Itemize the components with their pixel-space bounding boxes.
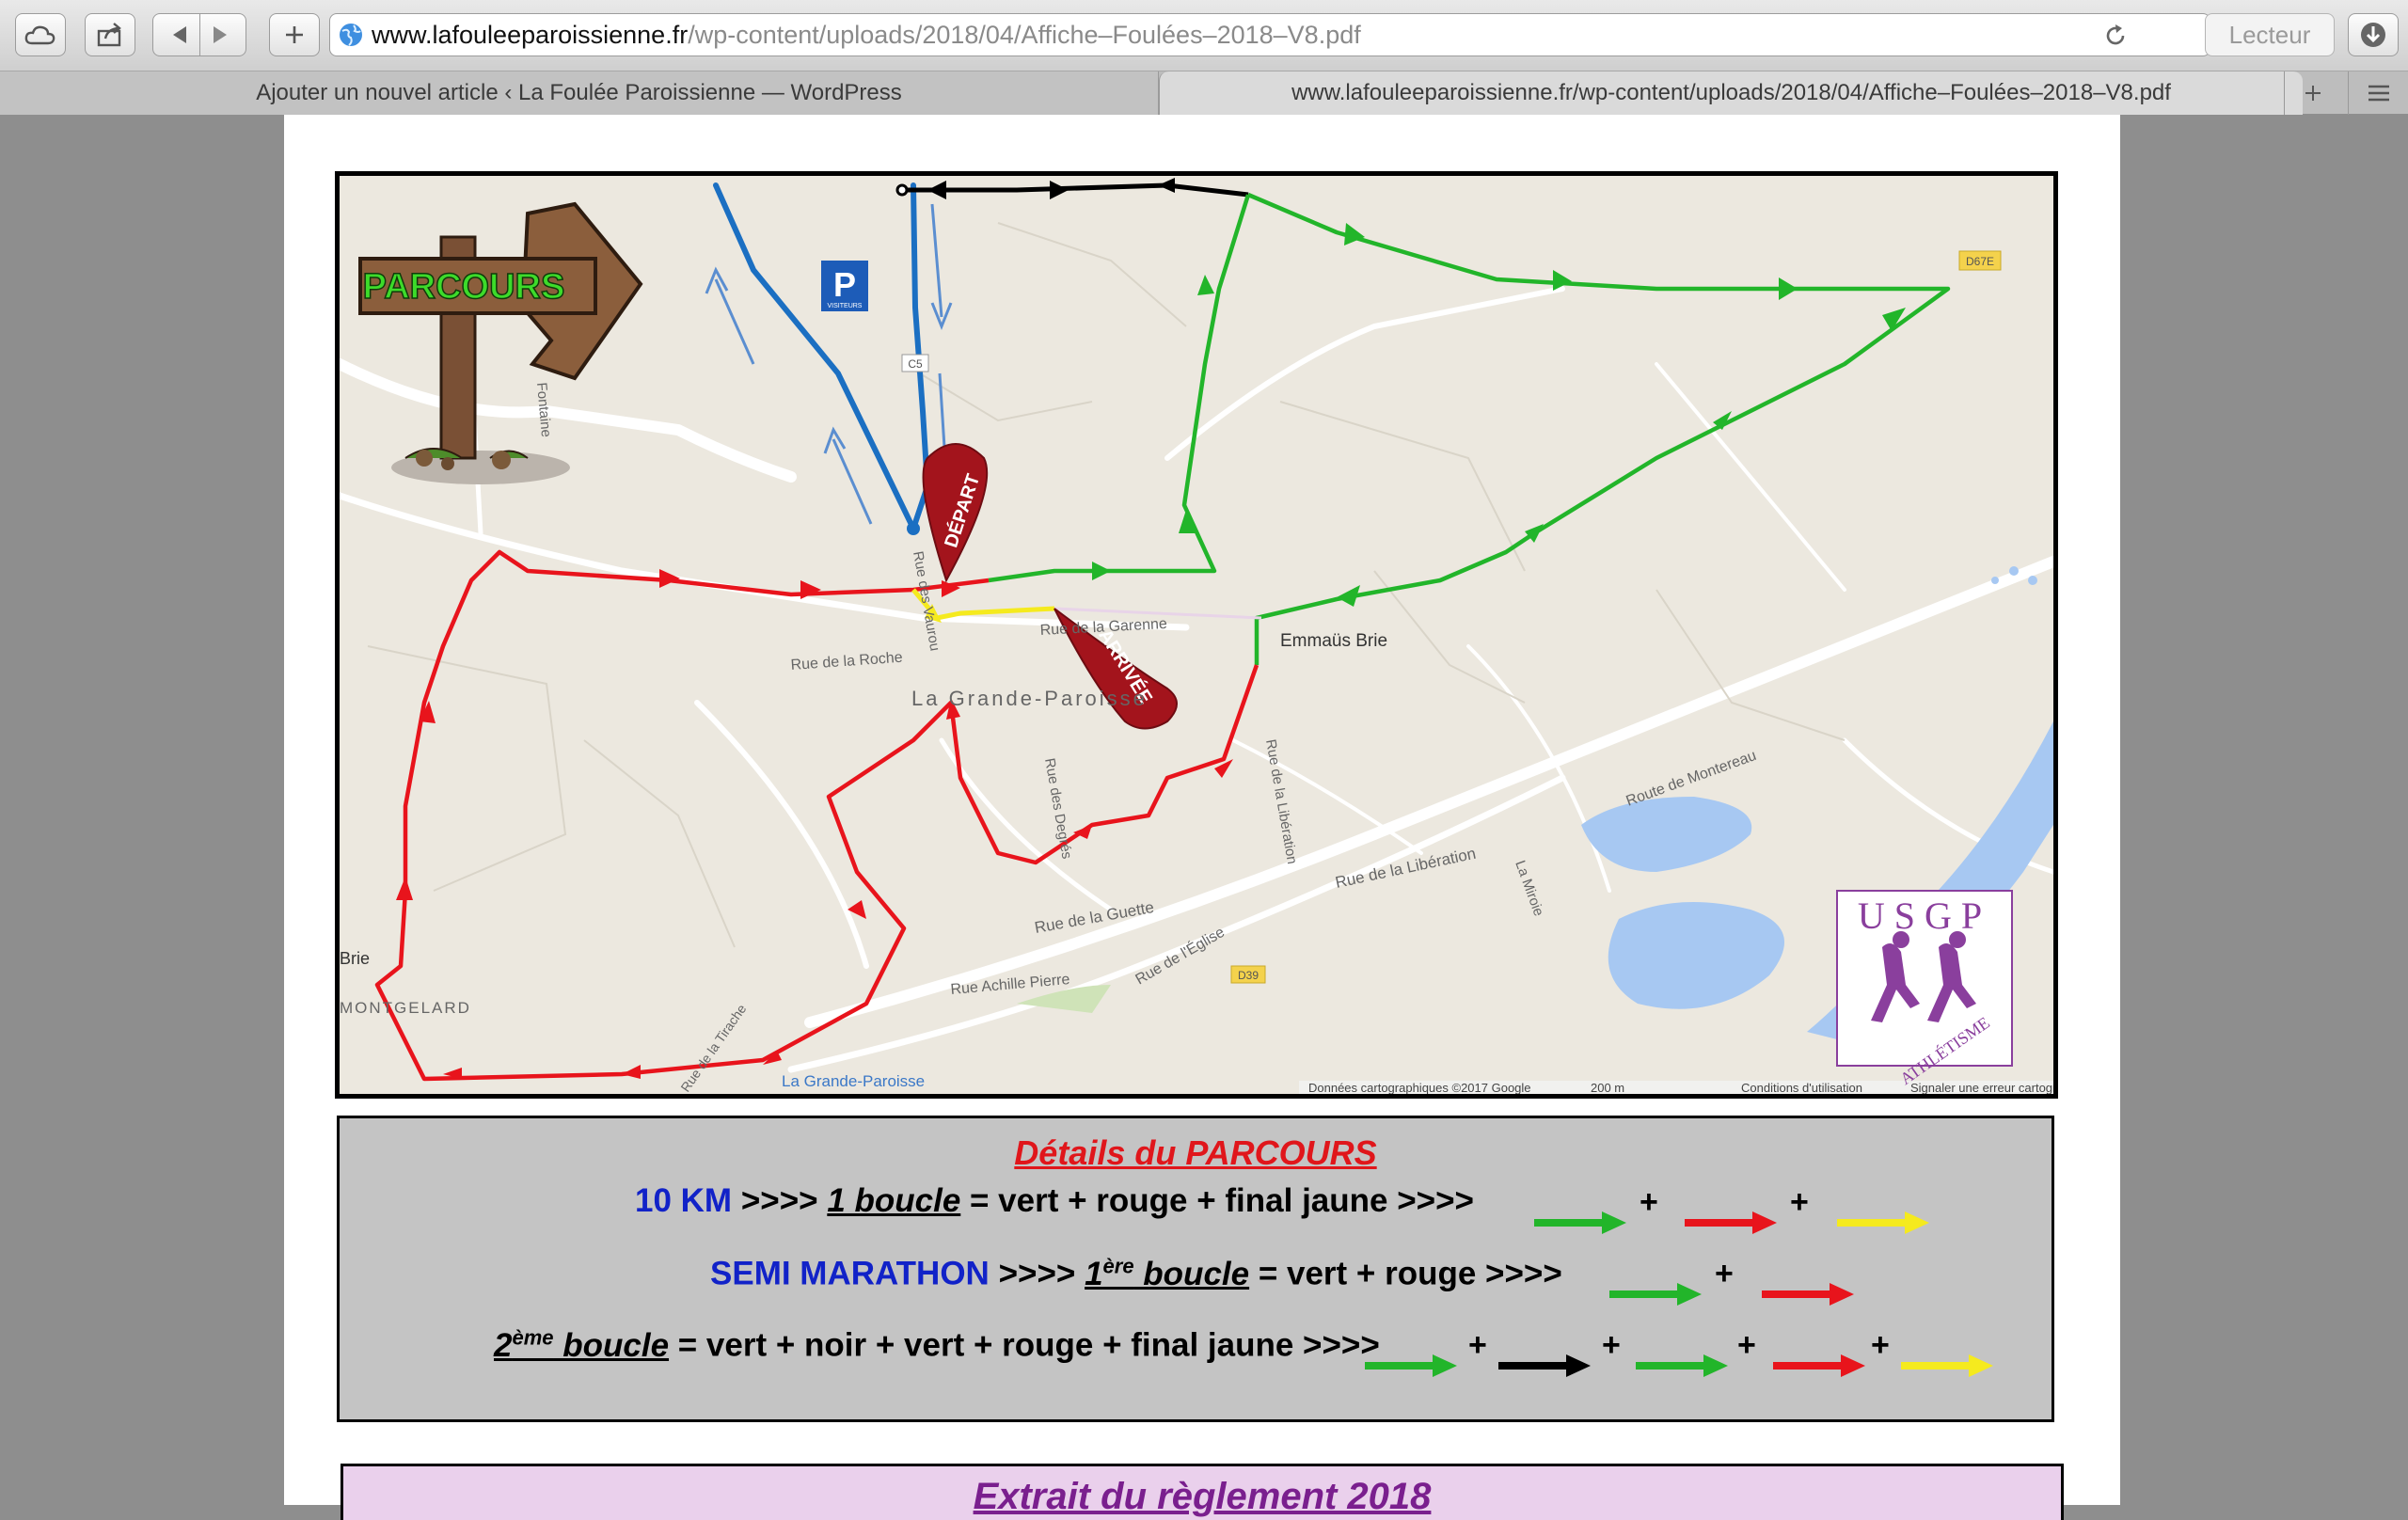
fontaine-label: Fontaine: [533, 382, 554, 438]
course-map: DÉPART ARRIVÉE P VISITEURS C5 D67E D39 L…: [335, 171, 2058, 1099]
tab-bar: Ajouter un nouvel article ‹ La Foulée Pa…: [0, 71, 2408, 115]
green-arrow-icon: [1636, 1354, 1728, 1377]
green-arrow-icon: [1365, 1354, 1457, 1377]
details-line-semi: SEMI MARATHON >>>> 1ère boucle = vert + …: [710, 1254, 1562, 1293]
station-label: La Grande-Paroisse: [782, 1072, 925, 1090]
forward-icon[interactable]: [200, 23, 238, 47]
red-arrow-icon: [1773, 1354, 1865, 1377]
rules-extract-box: Extrait du règlement 2018: [341, 1464, 2064, 1520]
plus-icon: [2305, 86, 2321, 101]
rue-garenne-label: Rue de la Garenne: [1039, 616, 1167, 639]
yellow-arrow-icon: [1901, 1354, 1993, 1377]
plus-icon: [286, 26, 303, 43]
plus-sign: +: [1602, 1327, 1621, 1363]
rue-liberation-vertical-label: Rue de la Libération: [1262, 738, 1300, 865]
map-attribution: Données cartographiques ©2017 Google: [1308, 1081, 1531, 1094]
road-d67e: D67E: [1966, 255, 1994, 268]
town-label: La Grande-Paroisse: [911, 687, 1148, 710]
download-icon: [2361, 23, 2385, 47]
emmaus-label: Emmaüs Brie: [1280, 631, 1387, 651]
share-button[interactable]: [85, 13, 135, 56]
sep: >>>>: [989, 1255, 1085, 1292]
rue-tirache-label: Rue de la Tirache: [677, 1001, 749, 1094]
reload-icon[interactable]: [2102, 23, 2129, 49]
map-conditions-link[interactable]: Conditions d'utilisation: [1741, 1081, 1862, 1094]
line1-rest: = vert + rouge + final jaune >>>>: [960, 1182, 1474, 1219]
num: 1: [1085, 1255, 1103, 1292]
plus-sign: +: [1871, 1327, 1890, 1363]
rue-guette-label: Rue de la Guette: [1033, 898, 1155, 937]
tab-wordpress[interactable]: Ajouter un nouvel article ‹ La Foulée Pa…: [0, 71, 1159, 115]
yellow-arrow-icon: [1837, 1211, 1929, 1234]
plus-sign: +: [1640, 1184, 1658, 1220]
plus-sign: +: [1790, 1184, 1809, 1220]
sup: ère: [1102, 1254, 1134, 1277]
parking-sub: VISITEURS: [828, 303, 863, 309]
boucle: boucle: [1133, 1255, 1250, 1292]
label-2eme-boucle: 2ème boucle: [494, 1325, 670, 1364]
road-c5: C5: [908, 357, 923, 371]
list-icon: [2368, 85, 2389, 102]
share-icon: [97, 23, 121, 47]
tab-overview-button[interactable]: [2348, 71, 2408, 115]
montgelard-label: MONTGELARD: [340, 999, 471, 1017]
road-d39: D39: [1238, 969, 1259, 982]
reader-button[interactable]: Lecteur: [2205, 13, 2335, 56]
la-miroie-label: La Miroie: [1512, 859, 1546, 919]
details-line-10km: 10 KM >>>> 1 boucle = vert + rouge + fin…: [635, 1182, 1474, 1220]
rue-degres-label: Rue des Degrés: [1041, 757, 1075, 861]
green-arrow-icon: [1534, 1211, 1626, 1234]
details-title: Détails du PARCOURS: [1014, 1133, 1377, 1172]
green-arrow-icon: [1609, 1283, 1702, 1306]
plus-sign: +: [1737, 1327, 1756, 1363]
brie-label: Brie: [340, 949, 370, 968]
label-semi-marathon: SEMI MARATHON: [710, 1255, 990, 1292]
line2-rest: = vert + rouge >>>>: [1249, 1255, 1562, 1292]
line3-rest: = vert + noir + vert + rouge + final jau…: [669, 1326, 1380, 1364]
label-1ere-boucle: 1ère boucle: [1085, 1254, 1250, 1292]
red-arrow-icon: [1685, 1211, 1777, 1234]
new-tab-button[interactable]: [269, 13, 320, 56]
map-drawing: DÉPART ARRIVÉE P VISITEURS C5 D67E D39 L…: [340, 178, 2053, 1094]
tab-pdf-label: www.lafouleeparoissienne.fr/wp-content/u…: [1291, 80, 2171, 105]
boucle: boucle: [553, 1326, 670, 1364]
red-arrow-icon: [1762, 1283, 1854, 1306]
tab-wordpress-label: Ajouter un nouvel article ‹ La Foulée Pa…: [256, 80, 902, 105]
map-report-link[interactable]: Signaler une erreur cartographique: [1910, 1081, 2053, 1094]
parcours-sign: PARCOURS: [358, 201, 643, 484]
plus-sign: +: [1468, 1327, 1487, 1363]
plus-sign: +: [1715, 1256, 1734, 1291]
label-10km: 10 KM: [635, 1182, 733, 1219]
browser-toolbar: www.lafouleeparoissienne.fr/wp-content/u…: [0, 0, 2408, 71]
map-scale: 200 m: [1591, 1081, 1624, 1094]
label-1-boucle: 1 boucle: [827, 1182, 961, 1219]
black-arrow-icon: [1498, 1354, 1591, 1377]
usgp-logo: USGP ATHLÉTISME: [1836, 890, 2013, 1088]
globe-icon: [340, 24, 362, 46]
rules-extract-title: Extrait du règlement 2018: [973, 1476, 1432, 1517]
parcours-sign-label: PARCOURS: [363, 267, 565, 307]
logo-letters: USGP: [1858, 895, 1991, 937]
parking-letter: P: [833, 265, 856, 304]
details-line-2eme: 2ème boucle = vert + noir + vert + rouge…: [494, 1325, 1380, 1365]
icloud-tabs-button[interactable]: [15, 13, 66, 56]
add-tab-button[interactable]: [2284, 71, 2340, 115]
back-forward-group: [152, 13, 246, 56]
tab-pdf[interactable]: www.lafouleeparoissienne.fr/wp-content/u…: [1159, 71, 2303, 115]
sep: >>>>: [732, 1182, 828, 1219]
course-details-box: Détails du PARCOURS 10 KM >>>> 1 boucle …: [337, 1116, 2054, 1422]
num: 2: [494, 1326, 513, 1364]
pdf-page: DÉPART ARRIVÉE P VISITEURS C5 D67E D39 L…: [284, 115, 2120, 1520]
rue-roche-label: Rue de la Roche: [790, 650, 903, 673]
downloads-button[interactable]: [2348, 13, 2399, 56]
cloud-icon: [24, 25, 55, 45]
url-host: www.lafouleeparoissienne.fr: [372, 20, 689, 49]
address-bar[interactable]: www.lafouleeparoissienne.fr/wp-content/u…: [329, 13, 2210, 56]
rue-vaurou-label: Rue des Vaurou: [910, 550, 943, 653]
rue-eglise-label: Rue de l'Église: [1133, 923, 1228, 989]
sup: ème: [512, 1325, 554, 1349]
url-path: /wp-content/uploads/2018/04/Affiche–Foul…: [688, 20, 1361, 49]
back-icon[interactable]: [162, 23, 199, 47]
